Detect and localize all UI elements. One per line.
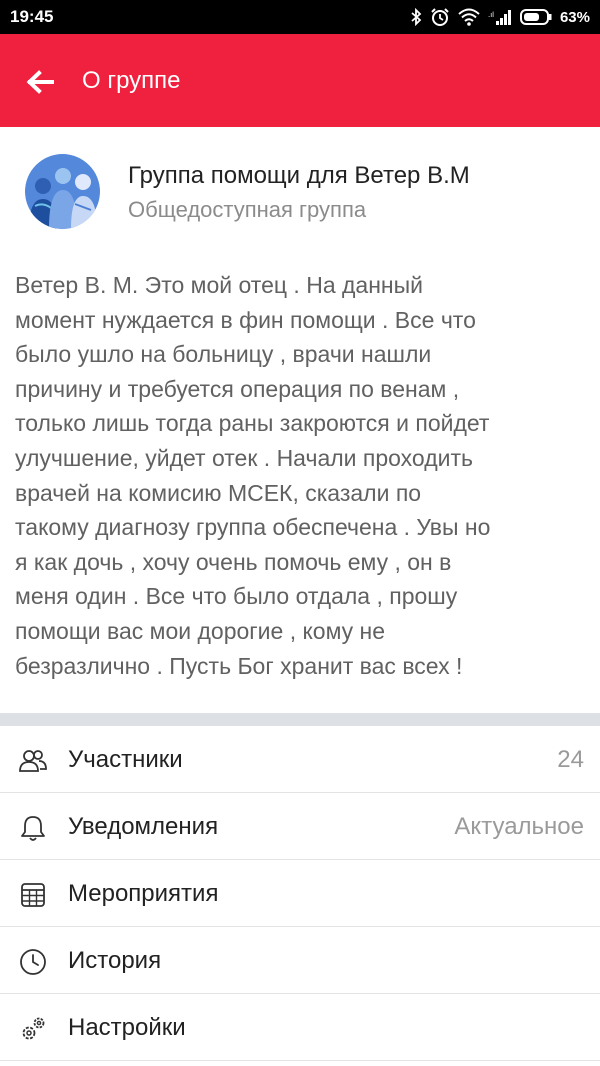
battery-icon bbox=[519, 9, 552, 25]
menu-label: Уведомления bbox=[68, 813, 219, 840]
group-header: Группа помощи для Ветер В.М Общедоступна… bbox=[0, 127, 600, 267]
back-button[interactable] bbox=[20, 62, 60, 102]
menu-item-events[interactable]: Мероприятия bbox=[0, 860, 600, 927]
members-count: 24 bbox=[557, 746, 584, 773]
description-line: врачей на комисию МСЕК, сказали по bbox=[15, 479, 422, 506]
description-line: меня один . Все что было отдала , прошу bbox=[15, 583, 458, 610]
group-menu: Участники 24 Уведомления Актуальное Меро… bbox=[0, 726, 600, 1061]
description-line: такому диагнозу группа обеспечена . Увы … bbox=[15, 514, 491, 541]
wifi-icon bbox=[458, 8, 480, 26]
menu-label: Настройки bbox=[68, 1014, 186, 1041]
status-time: 19:45 bbox=[10, 7, 54, 26]
group-avatar-illustration bbox=[25, 154, 100, 229]
status-bar: 19:45 .ıl 63% bbox=[0, 0, 600, 34]
description-line: Ветер В. М. Это мой отец . На данный bbox=[15, 272, 423, 298]
signal-icon: .ıl bbox=[488, 10, 511, 25]
gears-icon bbox=[19, 1015, 47, 1043]
menu-item-members[interactable]: Участники 24 bbox=[0, 726, 600, 793]
description-line: причину и требуется операция по венам , bbox=[15, 375, 460, 402]
group-name: Группа помощи для Ветер В.М bbox=[128, 162, 470, 189]
description-line: улучшение, уйдет отек . Начали проходить bbox=[15, 444, 473, 471]
menu-item-notifications[interactable]: Уведомления Актуальное bbox=[0, 793, 600, 860]
description-line: безразлично . Пусть Бог хранит вас всех … bbox=[15, 652, 463, 679]
group-type: Общедоступная группа bbox=[128, 197, 367, 222]
group-description: Ветер В. М. Это мой отец . На данный мом… bbox=[15, 268, 590, 683]
members-icon bbox=[19, 747, 47, 775]
bluetooth-icon bbox=[411, 8, 422, 26]
battery-percent: 63% bbox=[559, 8, 590, 26]
status-icons: .ıl 63% bbox=[410, 6, 590, 28]
calendar-icon bbox=[19, 881, 47, 909]
group-avatar[interactable] bbox=[25, 154, 100, 229]
description-line: момент нуждается в фин помощи . Все что bbox=[15, 306, 476, 333]
description-line: только лишь тогда раны закроются и пойде… bbox=[15, 410, 490, 437]
bell-icon bbox=[19, 814, 47, 842]
arrow-left-icon bbox=[26, 70, 54, 94]
menu-label: История bbox=[68, 947, 162, 974]
alarm-icon bbox=[431, 8, 449, 26]
description-line: помощи вас мои дорогие , кому не bbox=[15, 617, 386, 644]
notifications-setting: Актуальное bbox=[454, 813, 584, 840]
menu-label: Участники bbox=[68, 746, 183, 773]
app-bar: О группе bbox=[0, 34, 600, 127]
menu-label: Мероприятия bbox=[68, 880, 219, 907]
description-line: было ушло на больницу , врачи нашли bbox=[15, 341, 432, 368]
page-title: О группе bbox=[82, 67, 181, 94]
svg-text:.ıl: .ıl bbox=[488, 11, 494, 19]
menu-item-settings[interactable]: Настройки bbox=[0, 994, 600, 1061]
section-divider bbox=[0, 713, 600, 726]
clock-icon bbox=[19, 948, 47, 976]
description-line: я как дочь , хочу очень помочь ему , он … bbox=[15, 548, 452, 575]
menu-item-history[interactable]: История bbox=[0, 927, 600, 994]
